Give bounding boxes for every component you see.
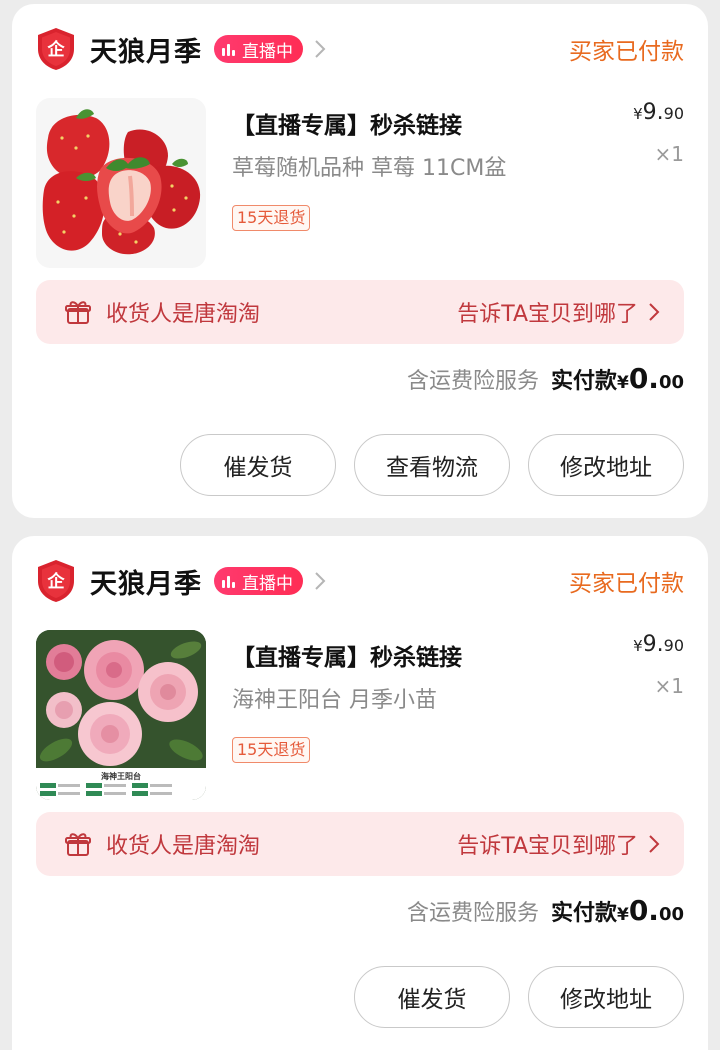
price-int: 9. (642, 632, 664, 657)
paid-currency: ¥ (616, 905, 629, 925)
shop-header[interactable]: 企 天狼月季 直播中 买家已付款 (36, 560, 684, 602)
product-spec: 海神王阳台 月季小苗 (232, 688, 437, 713)
price-dec: 90 (663, 636, 684, 655)
live-badge[interactable]: 直播中 (214, 567, 303, 595)
return-policy-badge: 15天退货 (232, 737, 311, 763)
live-bars-icon (222, 574, 237, 588)
product-title[interactable]: 【直播专属】秒杀链接 (232, 638, 462, 672)
paid-label: 实付款 (550, 369, 617, 394)
live-label: 直播中 (242, 573, 293, 594)
enterprise-shield-icon: 企 (38, 28, 74, 70)
shop-header[interactable]: 企 天狼月季 直播中 买家已付款 (36, 28, 684, 70)
paid-amount-int: 0. (628, 362, 659, 395)
receiver-text: 收货人是唐淘淘 (106, 302, 261, 327)
shipping-insurance-text: 含运费险服务 (406, 369, 539, 394)
paid-amount-int: 0. (628, 894, 659, 927)
modify-address-button[interactable]: 修改地址 (528, 966, 684, 1028)
product-spec: 草莓随机品种 草莓 11CM盆 (232, 156, 507, 181)
receiver-text: 收货人是唐淘淘 (106, 834, 261, 859)
order-status: 买家已付款 (569, 571, 684, 597)
order-status: 买家已付款 (569, 39, 684, 65)
payment-summary: 含运费险服务 实付款 ¥0. 00 (407, 362, 684, 395)
price-int: 9. (642, 100, 664, 125)
chevron-right-icon[interactable] (313, 570, 327, 592)
price-currency: ¥ (633, 637, 643, 655)
tell-recipient-link[interactable]: 告诉TA宝贝到哪了 (457, 828, 684, 860)
item-quantity: ×1 (654, 142, 684, 166)
urge-shipping-button[interactable]: 催发货 (354, 966, 510, 1028)
item-quantity: ×1 (654, 674, 684, 698)
paid-amount-dec: 00 (658, 372, 684, 393)
svg-text:企: 企 (47, 571, 66, 592)
order-card: 企 天狼月季 直播中 买家已付款 (12, 4, 708, 518)
paid-label: 实付款 (550, 901, 617, 926)
svg-text:企: 企 (47, 39, 66, 60)
tell-recipient-link[interactable]: 告诉TA宝贝到哪了 (457, 296, 684, 328)
price-currency: ¥ (633, 105, 643, 123)
enterprise-shield-icon: 企 (38, 560, 74, 602)
product-image-strawberries[interactable] (36, 98, 206, 268)
chevron-right-icon[interactable] (313, 38, 327, 60)
paid-currency: ¥ (616, 373, 629, 393)
tell-recipient-label: 告诉TA宝贝到哪了 (457, 834, 638, 859)
item-price: ¥9.90 (633, 100, 684, 125)
product-title[interactable]: 【直播专属】秒杀链接 (232, 106, 462, 140)
urge-shipping-button[interactable]: 催发货 (180, 434, 336, 496)
payment-summary: 含运费险服务 实付款 ¥0. 00 (407, 894, 684, 927)
live-label: 直播中 (242, 41, 293, 62)
live-badge[interactable]: 直播中 (214, 35, 303, 63)
product-image-caption: 海神王阳台 (101, 771, 141, 781)
shipping-insurance-text: 含运费险服务 (406, 901, 539, 926)
gift-icon (65, 301, 91, 324)
gift-notify-bar[interactable]: 收货人是唐淘淘 告诉TA宝贝到哪了 (36, 280, 684, 344)
shop-name[interactable]: 天狼月季 (90, 562, 202, 601)
modify-address-button[interactable]: 修改地址 (528, 434, 684, 496)
item-price: ¥9.90 (633, 632, 684, 657)
paid-amount-dec: 00 (658, 904, 684, 925)
gift-notify-bar[interactable]: 收货人是唐淘淘 告诉TA宝贝到哪了 (36, 812, 684, 876)
tell-recipient-label: 告诉TA宝贝到哪了 (457, 302, 638, 327)
order-actions: 催发货 查看物流 修改地址 (162, 434, 684, 496)
shop-name[interactable]: 天狼月季 (90, 30, 202, 69)
price-dec: 90 (663, 104, 684, 123)
order-actions: 催发货 修改地址 (336, 966, 684, 1028)
return-policy-badge: 15天退货 (232, 205, 311, 231)
live-bars-icon (222, 42, 237, 56)
chevron-right-icon (649, 303, 660, 321)
chevron-right-icon (649, 835, 660, 853)
product-image-rose[interactable]: 海神王阳台 (36, 630, 206, 800)
order-card: 企 天狼月季 直播中 买家已付款 (12, 536, 708, 1050)
view-logistics-button[interactable]: 查看物流 (354, 434, 510, 496)
gift-icon (65, 833, 91, 856)
